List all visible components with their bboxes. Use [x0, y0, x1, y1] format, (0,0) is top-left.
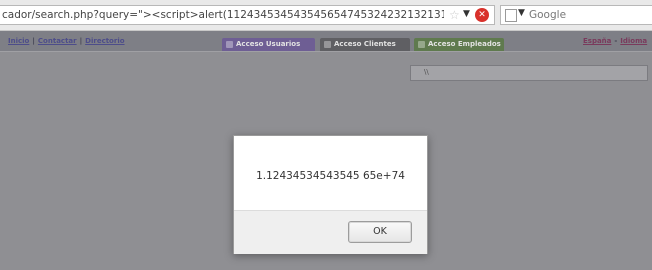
tab-label: Acceso Empleados: [428, 40, 501, 48]
top-nav: Inicio | Contactar | Directorio: [8, 37, 125, 45]
alert-dialog: 1.12434534543545 65e+74 OK: [233, 135, 428, 254]
stop-icon[interactable]: ✕: [475, 8, 489, 22]
nav-separator: |: [79, 37, 83, 45]
search-placeholder: Google: [529, 9, 567, 21]
search-engine-icon[interactable]: [505, 9, 517, 22]
chevron-down-icon[interactable]: ▼: [463, 9, 470, 19]
user-icon: [226, 41, 233, 48]
tab-acceso-empleados[interactable]: Acceso Empleados: [414, 38, 504, 51]
tab-acceso-clientes[interactable]: Acceso Clientes: [320, 38, 410, 51]
site-search-input[interactable]: \\: [410, 65, 648, 81]
language-link[interactable]: Idioma: [620, 37, 647, 45]
dialog-footer: OK: [234, 210, 427, 254]
nav-link-inicio[interactable]: Inicio: [8, 37, 29, 45]
tab-acceso-usuarios[interactable]: Acceso Usuarios: [222, 38, 315, 51]
country-link[interactable]: España: [583, 37, 611, 45]
bookmark-star-icon[interactable]: ☆: [449, 8, 460, 22]
ok-button[interactable]: OK: [348, 221, 412, 243]
search-field[interactable]: ▼ Google: [500, 5, 652, 25]
tab-label: Acceso Clientes: [334, 40, 396, 48]
locale-separator: -: [614, 37, 618, 45]
browser-toolbar: cador/search.php?query="><script>alert(1…: [0, 0, 652, 31]
tab-label: Acceso Usuarios: [236, 40, 301, 48]
alert-message: 1.12434534543545 65e+74: [256, 170, 405, 182]
employee-icon: [418, 41, 425, 48]
chevron-down-icon[interactable]: ▼: [518, 8, 525, 18]
nav-link-directorio[interactable]: Directorio: [85, 37, 124, 45]
client-icon: [324, 41, 331, 48]
locale-links: España - Idioma: [583, 37, 647, 45]
url-text[interactable]: cador/search.php?query="><script>alert(1…: [0, 9, 444, 21]
url-field[interactable]: cador/search.php?query="><script>alert(1…: [0, 5, 495, 25]
nav-separator: |: [32, 37, 35, 45]
site-search-value: \\: [424, 68, 429, 76]
nav-link-contactar[interactable]: Contactar: [38, 37, 77, 45]
